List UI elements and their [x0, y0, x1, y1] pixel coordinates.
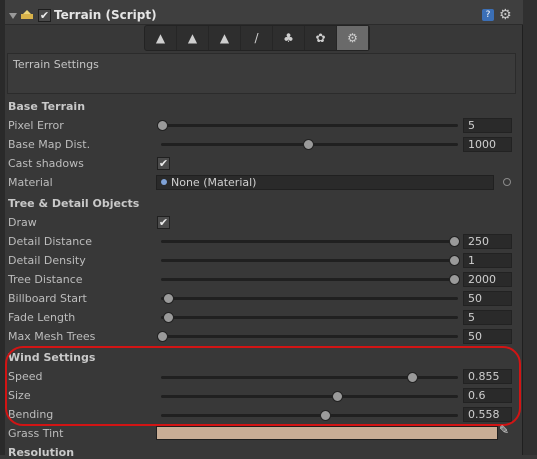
pixel-error-slider[interactable]: [161, 124, 458, 127]
terrain-settings-help-box: Terrain Settings: [7, 53, 516, 94]
tree-detail-heading: Tree & Detail Objects: [8, 197, 140, 210]
component-enabled-checkbox[interactable]: ✔: [38, 9, 51, 22]
base-map-dist-field[interactable]: 1000: [463, 137, 512, 152]
detail-distance-slider[interactable]: [161, 240, 458, 243]
foldout-arrow-icon[interactable]: [9, 13, 17, 19]
billboard-start-slider[interactable]: [161, 297, 458, 300]
detail-density-slider[interactable]: [161, 259, 458, 262]
cast-shadows-checkbox[interactable]: ✔: [157, 157, 170, 170]
script-icon: [21, 10, 33, 19]
smooth-height-button[interactable]: ▲: [209, 26, 241, 50]
fade-length-label: Fade Length: [8, 311, 76, 324]
pixel-error-slider-thumb[interactable]: [157, 120, 168, 131]
fade-length-field[interactable]: 5: [463, 310, 512, 325]
material-icon: [161, 179, 167, 185]
grass-tint-color-field[interactable]: [156, 426, 498, 440]
billboard-start-slider-thumb[interactable]: [162, 293, 174, 304]
max-mesh-trees-field[interactable]: 50: [463, 329, 512, 344]
terrain-settings-button[interactable]: ⚙: [337, 26, 369, 50]
max-mesh-trees-label: Max Mesh Trees: [8, 330, 96, 343]
max-mesh-trees-slider[interactable]: [161, 335, 458, 338]
detail-density-field[interactable]: 1: [463, 253, 512, 268]
fade-length-slider-thumb[interactable]: [162, 312, 174, 323]
raise-lower-terrain-button[interactable]: ▲: [145, 26, 177, 50]
material-label: Material: [8, 176, 53, 189]
base-map-dist-slider-thumb[interactable]: [303, 139, 314, 150]
tree-distance-label: Tree Distance: [8, 273, 83, 286]
paint-details-button[interactable]: ✿: [305, 26, 337, 50]
draw-checkbox[interactable]: ✔: [157, 216, 170, 229]
tree-distance-slider-thumb[interactable]: [449, 274, 460, 285]
billboard-start-label: Billboard Start: [8, 292, 87, 305]
tree-distance-field[interactable]: 2000: [463, 272, 512, 287]
tree-distance-slider[interactable]: [161, 278, 458, 281]
pixel-error-label: Pixel Error: [8, 119, 64, 132]
resolution-heading: Resolution: [8, 446, 75, 459]
detail-distance-slider-thumb[interactable]: [449, 236, 460, 247]
fade-length-slider[interactable]: [161, 316, 458, 319]
help-icon[interactable]: ?: [482, 9, 494, 21]
detail-distance-field[interactable]: 250: [463, 234, 512, 249]
wind-settings-annotation-outline: [5, 346, 521, 426]
object-picker-icon[interactable]: [503, 178, 511, 186]
detail-distance-label: Detail Distance: [8, 235, 92, 248]
pixel-error-field[interactable]: 5: [463, 118, 512, 133]
component-title: Terrain (Script): [54, 8, 157, 22]
terrain-tool-toolbar: ▲ ▲ ▲ / ♣ ✿ ⚙: [144, 25, 370, 51]
terrain-settings-label: Terrain Settings: [13, 58, 99, 71]
material-object-field[interactable]: None (Material): [156, 175, 494, 190]
paint-texture-button[interactable]: /: [241, 26, 273, 50]
scrollbar[interactable]: [522, 0, 537, 455]
gear-icon[interactable]: ⚙: [499, 7, 512, 23]
draw-label: Draw: [8, 216, 37, 229]
eyedropper-icon[interactable]: ✎: [499, 423, 509, 437]
detail-density-label: Detail Density: [8, 254, 86, 267]
max-mesh-trees-slider-thumb[interactable]: [157, 331, 168, 342]
billboard-start-field[interactable]: 50: [463, 291, 512, 306]
base-terrain-heading: Base Terrain: [8, 100, 86, 113]
cast-shadows-label: Cast shadows: [8, 157, 84, 170]
base-map-dist-label: Base Map Dist.: [8, 138, 91, 151]
paint-height-button[interactable]: ▲: [177, 26, 209, 50]
detail-density-slider-thumb[interactable]: [449, 255, 460, 266]
grass-tint-label: Grass Tint: [8, 427, 64, 440]
place-trees-button[interactable]: ♣: [273, 26, 305, 50]
